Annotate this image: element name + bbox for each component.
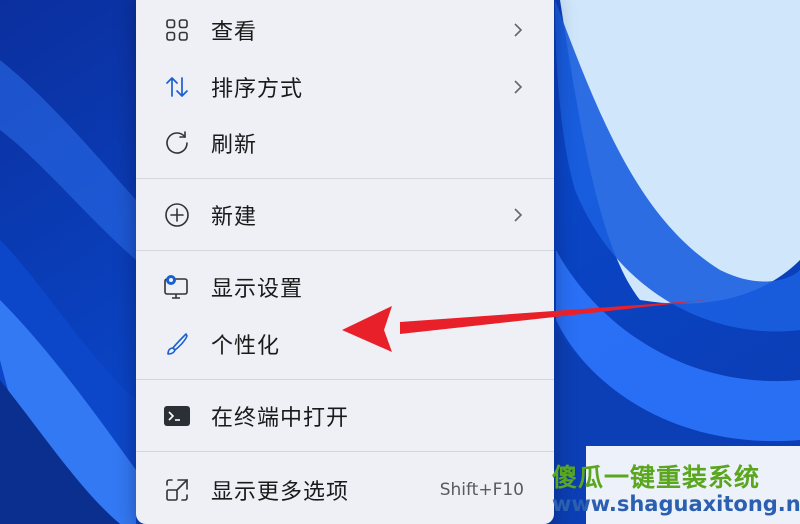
menu-item-personalize[interactable]: 个性化 [136, 319, 554, 369]
grid-view-icon [162, 15, 192, 45]
display-settings-icon [162, 272, 192, 302]
menu-item-display-settings[interactable]: 显示设置 [136, 262, 554, 312]
watermark-url: www.shaguaxitong.net [552, 492, 800, 516]
sort-arrows-icon [162, 72, 192, 102]
menu-separator [136, 379, 554, 380]
refresh-icon [162, 128, 192, 158]
menu-item-label: 刷新 [211, 133, 258, 158]
menu-item-label: 显示更多选项 [211, 480, 350, 505]
brush-icon [162, 329, 192, 359]
watermark-title: 傻瓜一键重装系统 [552, 463, 761, 492]
menu-item-show-more-options[interactable]: 显示更多选项 Shift+F10 [136, 465, 554, 515]
chevron-right-icon [510, 77, 526, 97]
menu-separator [136, 178, 554, 179]
menu-item-view[interactable]: 查看 [136, 5, 554, 55]
chevron-right-icon [510, 20, 526, 40]
menu-separator [136, 451, 554, 452]
menu-item-new[interactable]: 新建 [136, 190, 554, 240]
menu-item-label: 排序方式 [211, 77, 304, 102]
menu-item-label: 查看 [211, 20, 258, 45]
keyboard-shortcut: Shift+F10 [439, 480, 524, 500]
menu-item-label: 个性化 [211, 334, 281, 359]
menu-item-sort-by[interactable]: 排序方式 [136, 62, 554, 112]
desktop-context-menu: 查看 排序方式 刷新 新建 显示设置 个性化 在终端中打开 显示更多选项 Shi… [136, 0, 554, 524]
plus-circle-icon [162, 200, 192, 230]
chevron-right-icon [510, 205, 526, 225]
menu-item-label: 新建 [211, 205, 258, 230]
more-options-icon [162, 475, 192, 505]
menu-item-label: 在终端中打开 [211, 406, 350, 431]
menu-item-refresh[interactable]: 刷新 [136, 118, 554, 168]
menu-separator [136, 250, 554, 251]
terminal-icon [162, 401, 192, 431]
menu-item-open-in-terminal[interactable]: 在终端中打开 [136, 391, 554, 441]
menu-item-label: 显示设置 [211, 277, 304, 302]
